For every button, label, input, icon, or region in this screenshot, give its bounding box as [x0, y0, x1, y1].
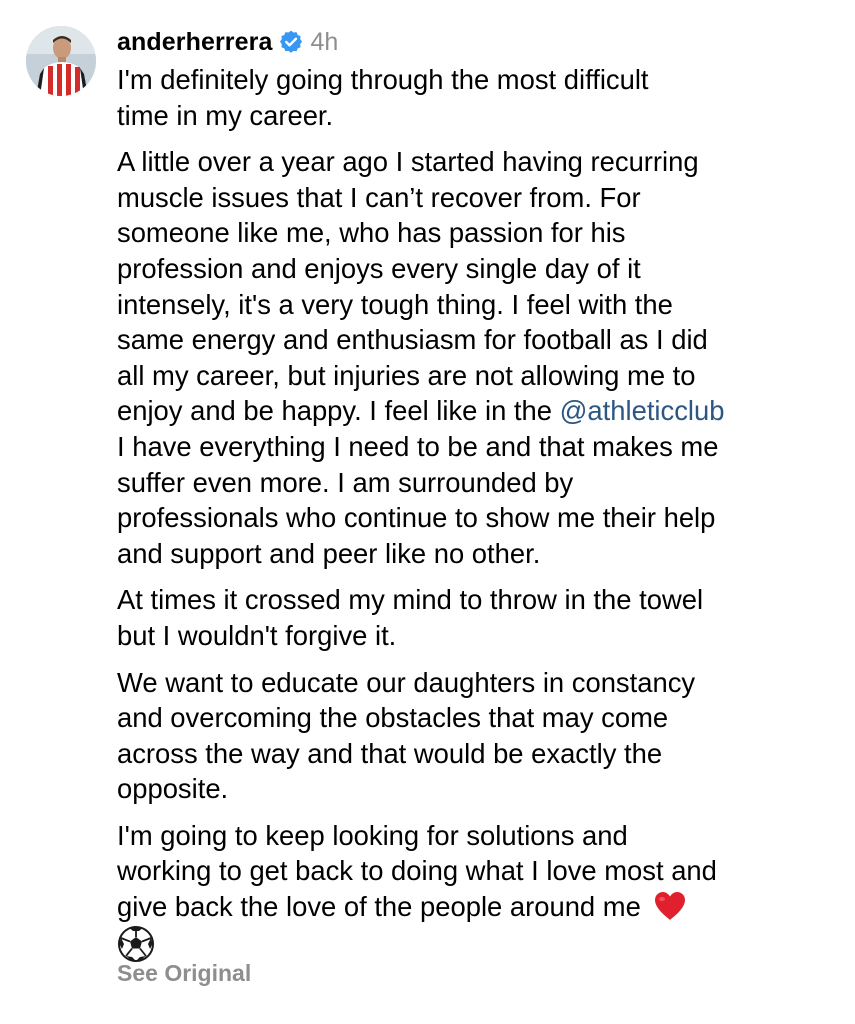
heart-icon: [652, 890, 688, 922]
text-line: professionals who continue to show me th…: [117, 502, 716, 534]
text-line: At times it crossed my mind to throw in …: [117, 584, 704, 616]
text-line: across the way and that would be exactly…: [117, 737, 663, 769]
comment-header: anderherrera 4h: [117, 24, 837, 60]
soccer-ball-icon: [117, 925, 155, 963]
text-line: time in my career.: [117, 99, 334, 131]
verified-badge-icon: [278, 29, 304, 55]
avatar-image: [26, 26, 96, 96]
text-line: someone like me, who has passion for his: [117, 217, 626, 249]
comment-paragraph-1: I'm definitely going through the most di…: [117, 62, 837, 133]
text-line: muscle issues that I can’t recover from.…: [117, 181, 641, 213]
text-line: but I wouldn't forgive it.: [117, 619, 397, 651]
text-line: profession and enjoys every single day o…: [117, 252, 641, 284]
text-line: I'm definitely going through the most di…: [117, 64, 649, 95]
text-line-with-emoji: give back the love of the people around …: [117, 889, 837, 925]
comment-paragraph-5: I'm going to keep looking for solutions …: [117, 818, 837, 963]
text-line: working to get back to doing what I love…: [117, 855, 717, 887]
text-line: all my career, but injuries are not allo…: [117, 359, 696, 391]
text-fragment: give back the love of the people around …: [117, 891, 649, 923]
timestamp: 4h: [310, 27, 339, 56]
comment-paragraph-2: A little over a year ago I started havin…: [117, 144, 837, 571]
text-line: and support and peer like no other.: [117, 537, 541, 569]
comment-paragraph-3: At times it crossed my mind to throw in …: [117, 582, 837, 653]
comment-body: anderherrera 4h I'm definitely going thr…: [117, 24, 837, 974]
text-line: same energy and enthusiasm for football …: [117, 324, 708, 356]
text-line: intensely, it's a very tough thing. I fe…: [117, 288, 673, 320]
text-line: and overcoming the obstacles that may co…: [117, 702, 669, 734]
text-line: suffer even more. I am surrounded by: [117, 466, 574, 498]
comment: anderherrera 4h I'm definitely going thr…: [0, 0, 855, 1024]
text-line: A little over a year ago I started havin…: [117, 146, 699, 178]
mention-link[interactable]: @athleticclub: [560, 395, 725, 426]
see-original-button[interactable]: See Original: [117, 960, 251, 987]
text-line: I have everything I need to be and that …: [117, 430, 719, 462]
comment-paragraph-4: We want to educate our daughters in cons…: [117, 665, 837, 807]
text-line: opposite.: [117, 773, 229, 805]
text-line-with-mention: enjoy and be happy. I feel like in the @…: [117, 393, 837, 429]
emoji-line: [117, 925, 837, 964]
text-fragment: enjoy and be happy. I feel like in the: [117, 395, 560, 427]
text-line: I'm going to keep looking for solutions …: [117, 819, 628, 851]
text-line: We want to educate our daughters in cons…: [117, 666, 696, 698]
avatar[interactable]: [26, 26, 96, 96]
username[interactable]: anderherrera: [117, 28, 272, 57]
